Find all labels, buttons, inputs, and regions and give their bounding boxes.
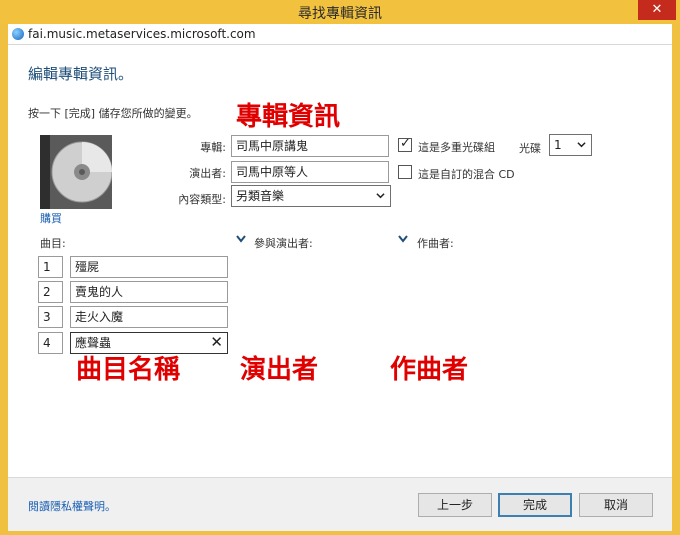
artist-label: 演出者:: [189, 167, 226, 180]
disc-select[interactable]: 1: [549, 134, 592, 156]
clear-icon[interactable]: ✕: [210, 334, 223, 350]
cancel-button[interactable]: 取消: [579, 493, 653, 517]
close-button[interactable]: ✕: [638, 0, 676, 20]
address-url: fai.music.metaservices.microsoft.com: [28, 27, 256, 41]
chevron-down-icon[interactable]: [236, 235, 246, 243]
album-art-cd-icon: [40, 135, 112, 209]
window-title: 尋找專輯資訊: [298, 6, 382, 22]
track-number-field[interactable]: 1: [38, 256, 63, 278]
chevron-down-icon: [577, 142, 586, 148]
track-title-text: 應聲蟲: [75, 336, 112, 350]
genre-label: 內容類型:: [178, 193, 226, 206]
annotation-track-name: 曲目名稱: [76, 355, 181, 385]
track-title-field[interactable]: 賣鬼的人: [70, 281, 228, 303]
genre-select[interactable]: 另類音樂: [231, 185, 391, 207]
custom-mix-checkbox[interactable]: [398, 165, 412, 179]
contributing-artists-column-header: 參與演出者:: [254, 237, 313, 250]
back-button[interactable]: 上一步: [418, 493, 492, 517]
globe-icon: [12, 28, 24, 40]
dialog-content: 編輯專輯資訊。 按一下 [完成] 儲存您所做的變更。 專輯資訊 購買 專輯: 司…: [8, 44, 672, 531]
composer-column-header: 作曲者:: [417, 237, 454, 250]
album-label: 專輯:: [200, 141, 226, 154]
disc-value: 1: [554, 138, 562, 152]
genre-value: 另類音樂: [236, 189, 285, 203]
track-title-field[interactable]: 走火入魔: [70, 306, 228, 328]
album-field[interactable]: 司馬中原講鬼: [231, 135, 389, 157]
title-bar: 尋找專輯資訊 ✕: [0, 0, 680, 24]
multidisc-label: 這是多重光碟組: [418, 141, 495, 154]
multidisc-checkbox[interactable]: ✓: [398, 136, 412, 152]
instruction-text: 按一下 [完成] 儲存您所做的變更。: [28, 107, 198, 120]
annotation-composer: 作曲者: [390, 355, 469, 385]
disc-label: 光碟: [519, 142, 541, 155]
chevron-down-icon: [376, 193, 385, 199]
page-heading: 編輯專輯資訊。: [28, 65, 134, 83]
track-number-field[interactable]: 2: [38, 281, 63, 303]
address-bar: fai.music.metaservices.microsoft.com: [8, 24, 672, 44]
annotation-album-info: 專輯資訊: [236, 102, 341, 132]
annotation-performer: 演出者: [240, 355, 319, 385]
artist-field[interactable]: 司馬中原等人: [231, 161, 389, 183]
finish-button[interactable]: 完成: [498, 493, 572, 517]
track-title-field[interactable]: 殭屍: [70, 256, 228, 278]
buy-link[interactable]: 購買: [40, 210, 62, 226]
tracks-column-header: 曲目:: [40, 237, 66, 250]
checkmark-icon: ✓: [400, 136, 411, 151]
dialog-footer: 閱讀隱私權聲明。 上一步 完成 取消: [8, 477, 672, 531]
privacy-link[interactable]: 閱讀隱私權聲明。: [28, 498, 116, 514]
track-number-field[interactable]: 3: [38, 306, 63, 328]
custom-mix-label: 這是自訂的混合 CD: [418, 168, 515, 181]
track-number-field[interactable]: 4: [38, 332, 63, 354]
chevron-down-icon[interactable]: [398, 235, 408, 243]
